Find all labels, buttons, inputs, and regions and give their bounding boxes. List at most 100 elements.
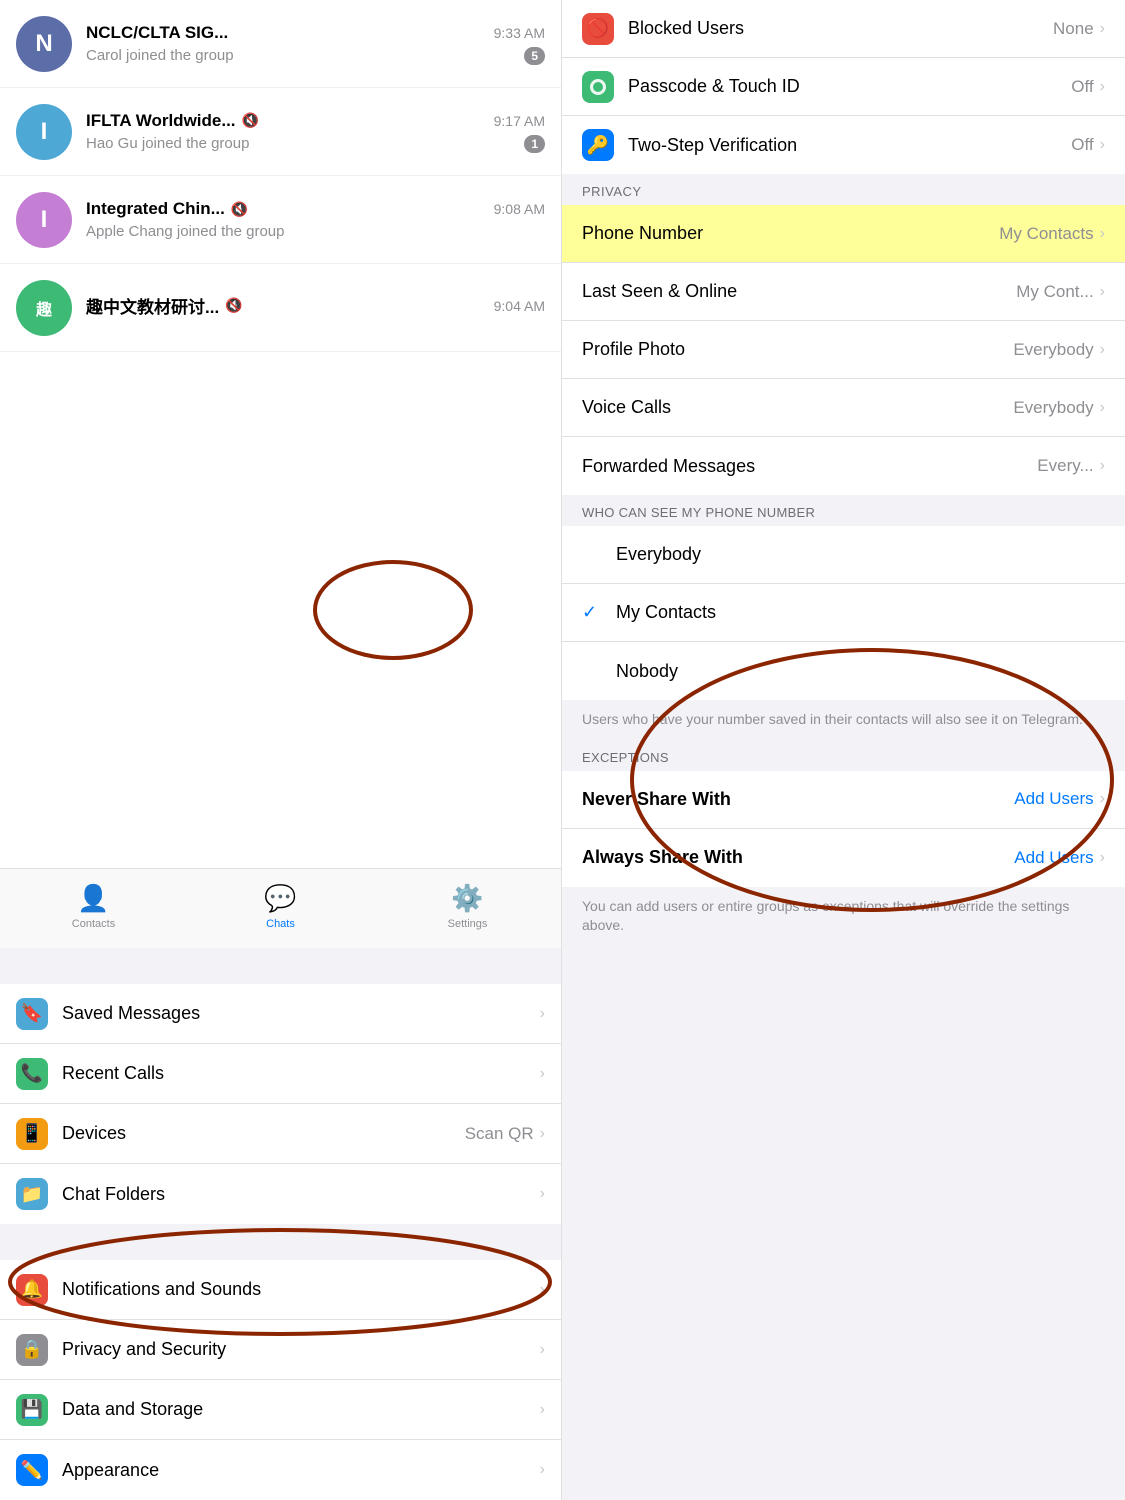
appearance-icon: ✏️ [16,1454,48,1486]
notifications-icon: 🔔 [16,1274,48,1306]
last-seen-item[interactable]: Last Seen & Online My Cont... › [562,263,1125,321]
who-section-header: WHO CAN SEE MY PHONE NUMBER [562,495,1125,526]
tab-chats-label: Chats [266,918,295,930]
settings-section: 🔖 Saved Messages › 📞 Recent Calls › 📱 De… [0,984,561,1224]
never-share-label: Never Share With [582,789,1014,810]
passcode-item[interactable]: Passcode & Touch ID Off › [562,58,1125,116]
two-step-item[interactable]: 🔑 Two-Step Verification Off › [562,116,1125,174]
settings-item-privacy[interactable]: 🔒 Privacy and Security › [0,1320,561,1380]
contacts-icon: 👤 [77,883,109,914]
privacy-section-header: PRIVACY [562,174,1125,205]
chat-name-iflta: IFLTA Worldwide... 🔇 [86,111,259,131]
option-nobody[interactable]: ✓ Nobody [562,642,1125,700]
tab-settings[interactable]: ⚙️ Settings [374,883,561,930]
avatar-nclc: N [16,16,72,72]
tab-bar: 👤 Contacts 💬 Chats ⚙️ Settings [0,868,561,948]
forwarded-messages-item[interactable]: Forwarded Messages Every... › [562,437,1125,495]
chat-content-quzw: 趣中文教材研讨... 🔇 9:04 AM [86,293,545,322]
settings-item-data-storage[interactable]: 💾 Data and Storage › [0,1380,561,1440]
mute-icon-integrated: 🔇 [231,201,248,218]
two-step-value: Off [1071,135,1093,155]
passcode-value: Off [1071,77,1093,97]
phone-number-chevron: › [1100,225,1105,243]
never-share-value: Add Users [1014,789,1093,809]
chat-preview-integrated: Apple Chang joined the group [86,223,545,240]
two-step-chevron: › [1100,136,1105,154]
settings-item-notifications[interactable]: 🔔 Notifications and Sounds › [0,1260,561,1320]
settings-item-saved-messages[interactable]: 🔖 Saved Messages › [0,984,561,1044]
appearance-label: Appearance [62,1460,540,1481]
settings-item-devices[interactable]: 📱 Devices Scan QR › [0,1104,561,1164]
avatar-integrated: I [16,192,72,248]
never-share-chevron: › [1100,790,1105,808]
always-share-label: Always Share With [582,847,1014,868]
never-share-item[interactable]: Never Share With Add Users › [562,771,1125,829]
tab-chats[interactable]: 💬 Chats [187,883,374,930]
mute-icon-quzw: 🔇 [225,297,242,314]
devices-chevron: › [540,1125,545,1143]
tab-contacts-label: Contacts [72,918,115,930]
phone-number-label: Phone Number [582,223,999,244]
last-seen-chevron: › [1100,283,1105,301]
chat-item-nclc[interactable]: N NCLC/CLTA SIG... 9:33 AM Carol joined … [0,0,561,88]
chat-item-iflta[interactable]: I IFLTA Worldwide... 🔇 9:17 AM Hao Gu jo… [0,88,561,176]
data-storage-chevron: › [540,1401,545,1419]
privacy-chevron: › [540,1341,545,1359]
notifications-chevron: › [540,1281,545,1299]
chat-preview-iflta: Hao Gu joined the group [86,135,249,152]
option-my-contacts[interactable]: ✓ My Contacts [562,584,1125,642]
my-contacts-label: My Contacts [616,602,1105,623]
two-step-label: Two-Step Verification [628,135,1071,156]
data-storage-label: Data and Storage [62,1399,540,1420]
settings-item-appearance[interactable]: ✏️ Appearance › [0,1440,561,1500]
blocked-users-item[interactable]: 🚫 Blocked Users None › [562,0,1125,58]
chats-icon: 💬 [264,883,296,914]
settings-section2: 🔔 Notifications and Sounds › 🔒 Privacy a… [0,1260,561,1500]
tab-contacts[interactable]: 👤 Contacts [0,883,187,930]
chat-name-quzw: 趣中文教材研讨... 🔇 [86,293,243,318]
exceptions-header: EXCEPTIONS [562,740,1125,771]
recent-calls-icon: 📞 [16,1058,48,1090]
last-seen-value: My Cont... [1016,282,1093,302]
phone-number-value: My Contacts [999,224,1093,244]
devices-label: Devices [62,1123,465,1144]
settings-item-chat-folders[interactable]: 📁 Chat Folders › [0,1164,561,1224]
chat-name-integrated: Integrated Chin... 🔇 [86,199,248,219]
chat-item-quzw[interactable]: 趣 趣中文教材研讨... 🔇 9:04 AM [0,264,561,352]
devices-icon: 📱 [16,1118,48,1150]
mute-icon-iflta: 🔇 [242,112,259,129]
profile-photo-chevron: › [1100,341,1105,359]
profile-photo-value: Everybody [1013,340,1093,360]
chat-list: N NCLC/CLTA SIG... 9:33 AM Carol joined … [0,0,561,868]
blocked-users-icon: 🚫 [582,13,614,45]
chat-folders-icon: 📁 [16,1178,48,1210]
phone-number-item[interactable]: Phone Number My Contacts › [562,205,1125,263]
security-section: 🚫 Blocked Users None › Passcode & Touch … [562,0,1125,174]
chat-time-integrated: 9:08 AM [494,201,545,217]
badge-nclc: 5 [524,47,545,65]
everybody-label: Everybody [616,544,1105,565]
saved-messages-icon: 🔖 [16,998,48,1030]
settings-item-recent-calls[interactable]: 📞 Recent Calls › [0,1044,561,1104]
recent-calls-label: Recent Calls [62,1063,540,1084]
always-share-item[interactable]: Always Share With Add Users › [562,829,1125,887]
chat-time-quzw: 9:04 AM [494,298,545,314]
privacy-items-section: Phone Number My Contacts › Last Seen & O… [562,205,1125,495]
avatar-quzw: 趣 [16,280,72,336]
appearance-chevron: › [540,1461,545,1479]
option-everybody[interactable]: ✓ Everybody [562,526,1125,584]
passcode-icon [582,71,614,103]
profile-photo-item[interactable]: Profile Photo Everybody › [562,321,1125,379]
chat-time-iflta: 9:17 AM [494,113,545,129]
always-share-value: Add Users [1014,848,1093,868]
chat-item-integrated[interactable]: I Integrated Chin... 🔇 9:08 AM Apple Cha… [0,176,561,264]
avatar-iflta: I [16,104,72,160]
privacy-icon: 🔒 [16,1334,48,1366]
data-storage-icon: 💾 [16,1394,48,1426]
passcode-chevron: › [1100,78,1105,96]
chat-time-nclc: 9:33 AM [494,25,545,41]
voice-calls-item[interactable]: Voice Calls Everybody › [562,379,1125,437]
always-share-chevron: › [1100,849,1105,867]
nobody-label: Nobody [616,661,1105,682]
forwarded-messages-chevron: › [1100,457,1105,475]
